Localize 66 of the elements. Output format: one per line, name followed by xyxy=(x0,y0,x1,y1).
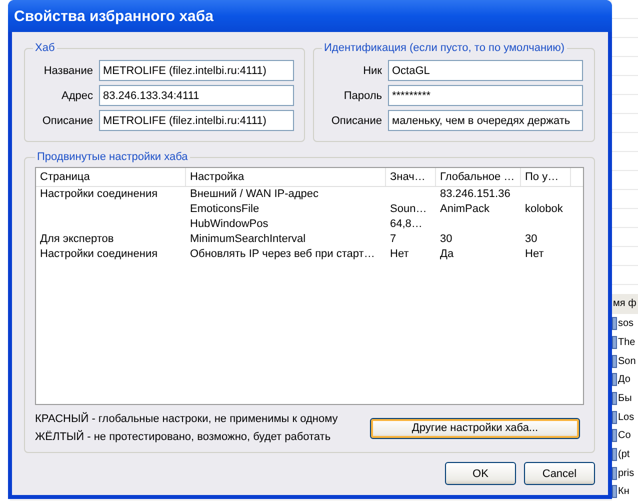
file-icon xyxy=(612,373,617,386)
column-header[interactable]: Глобальное … xyxy=(436,168,521,186)
file-icon xyxy=(612,336,617,349)
file-name: Los xyxy=(618,412,634,423)
table-cell-text: MinimumSearchInterval xyxy=(189,232,307,247)
table-cell-text: HubWindowPos xyxy=(189,217,270,232)
file-icon xyxy=(612,410,617,424)
text-field[interactable]: METROLIFE (filez.intelbi.ru:4111) xyxy=(99,110,294,131)
table-cell-text: Обновлять IP через веб при старт… xyxy=(189,247,376,262)
file-name: До xyxy=(618,374,630,386)
other-settings-button[interactable]: Другие настройки хаба... xyxy=(370,418,580,438)
group-title: Продвинутые настройки хаба xyxy=(36,151,189,163)
table-cell-text: kolobok xyxy=(524,202,564,217)
field-label: Описание xyxy=(330,114,382,126)
column-header[interactable]: Страница xyxy=(36,168,186,186)
column-header[interactable]: Знач… xyxy=(386,168,436,186)
file-icon xyxy=(612,354,617,368)
table-cell-text: Нет xyxy=(389,247,410,262)
table-cell-text: Настройки соединения xyxy=(39,247,159,262)
field-label: Адрес xyxy=(60,90,93,102)
file-name: Co xyxy=(618,430,631,442)
field-label: Название xyxy=(42,64,93,76)
text-field[interactable]: METROLIFE (filez.intelbi.ru:4111) xyxy=(99,60,294,81)
column-header: мя ф xyxy=(612,294,638,314)
file-icon xyxy=(612,317,617,330)
table-cell-text: 30 xyxy=(524,232,538,247)
group-title: Идентификация (если пусто, то по умолчанию) xyxy=(323,42,566,54)
file-name: sos xyxy=(618,318,634,330)
table-cell-text: Нет xyxy=(524,247,545,262)
column-header[interactable]: Настройка xyxy=(186,168,386,186)
table-cell-text: AnimPack xyxy=(439,202,491,217)
table-cell-text: 83.246.151.36 xyxy=(439,187,512,202)
field-label: Ник xyxy=(362,64,382,76)
column-header[interactable]: По у… xyxy=(521,168,571,186)
file-name: Бы xyxy=(618,392,632,404)
table-cell-text: Soun… xyxy=(389,202,428,217)
field-label: Пароль xyxy=(342,90,382,102)
table-cell-text: Для экспертов xyxy=(39,232,115,247)
file-name: Son xyxy=(618,356,636,367)
file-icon xyxy=(612,466,617,480)
file-name: Кн xyxy=(618,486,630,498)
table-cell-text: 64,8… xyxy=(389,217,424,232)
legend-note: КРАСНЫЙ - глобальные настроки, не применимы к одному xyxy=(35,413,338,425)
dialog-button[interactable]: OK xyxy=(445,462,516,485)
table-cell-text: Настройки соединения xyxy=(39,187,159,202)
legend-note: ЖЁЛТЫЙ - не протестировано, возможно, будет работать xyxy=(35,431,332,443)
file-icon xyxy=(612,485,617,498)
group-title: Хаб xyxy=(34,42,56,54)
file-name: pris xyxy=(618,468,634,479)
file-name: The xyxy=(618,336,636,348)
table-cell-text: EmoticonsFile xyxy=(189,202,260,217)
dialog-button[interactable]: Cancel xyxy=(524,462,595,485)
file-icon xyxy=(612,392,617,405)
text-field[interactable]: ********* xyxy=(388,85,583,106)
file-icon xyxy=(612,429,617,442)
window-title: Свойства избранного хаба xyxy=(14,8,214,24)
table-cell-text: Да xyxy=(439,247,455,262)
field-label: Описание xyxy=(41,114,93,126)
table-cell-text: 7 xyxy=(389,232,398,247)
text-field[interactable]: OctaGL xyxy=(388,60,583,81)
table-cell-text: 30 xyxy=(439,232,454,247)
table-cell-text: Внешний / WAN IP-адрес xyxy=(189,187,320,202)
file-name: (pt xyxy=(618,448,630,460)
file-icon xyxy=(612,448,617,461)
text-field[interactable]: 83.246.133.34:4111 xyxy=(99,85,294,106)
text-field[interactable]: маленьку, чем в очередях держать xyxy=(388,110,583,131)
